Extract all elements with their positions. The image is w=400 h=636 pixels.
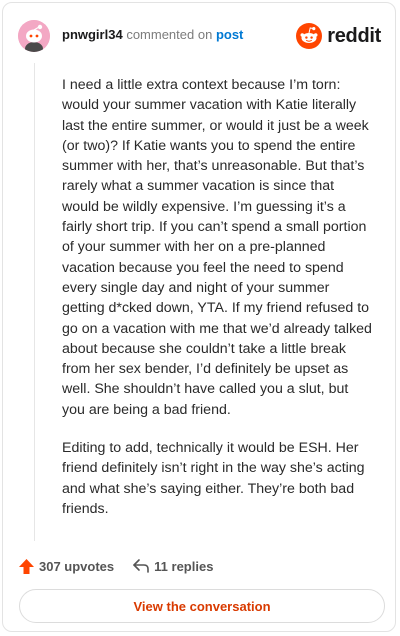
upvote-button[interactable]: 307 upvotes — [18, 558, 114, 575]
view-conversation-button[interactable]: View the conversation — [19, 589, 385, 623]
comment-header: pnwgirl34 commented on post reddit — [18, 20, 381, 52]
post-link[interactable]: post — [216, 27, 243, 42]
thread-line[interactable] — [34, 63, 35, 541]
comment-meta: pnwgirl34 commented on post — [62, 27, 243, 42]
replies-button[interactable]: 11 replies — [132, 558, 213, 574]
reddit-snoo-icon — [296, 23, 323, 49]
user-avatar[interactable] — [18, 20, 50, 52]
comment-body: I need a little extra context because I’… — [62, 75, 375, 537]
comment-paragraph-2: Editing to add, technically it would be … — [62, 440, 365, 517]
commented-on-text: commented on — [126, 27, 213, 42]
comment-actions: 307 upvotes 11 replies — [18, 556, 213, 576]
snoo-avatar-icon — [18, 20, 50, 52]
reply-arrow-icon — [133, 559, 149, 573]
upvote-count: 307 upvotes — [39, 558, 115, 574]
reddit-wordmark: reddit — [327, 24, 381, 47]
comment-card: pnwgirl34 commented on post reddit I nee… — [2, 2, 396, 632]
upvote-arrow-icon — [19, 558, 34, 574]
username[interactable]: pnwgirl34 — [62, 27, 123, 42]
reply-count: 11 replies — [154, 558, 214, 574]
comment-paragraph-1: I need a little extra context because I’… — [62, 77, 372, 418]
reddit-logo[interactable]: reddit — [296, 22, 381, 50]
